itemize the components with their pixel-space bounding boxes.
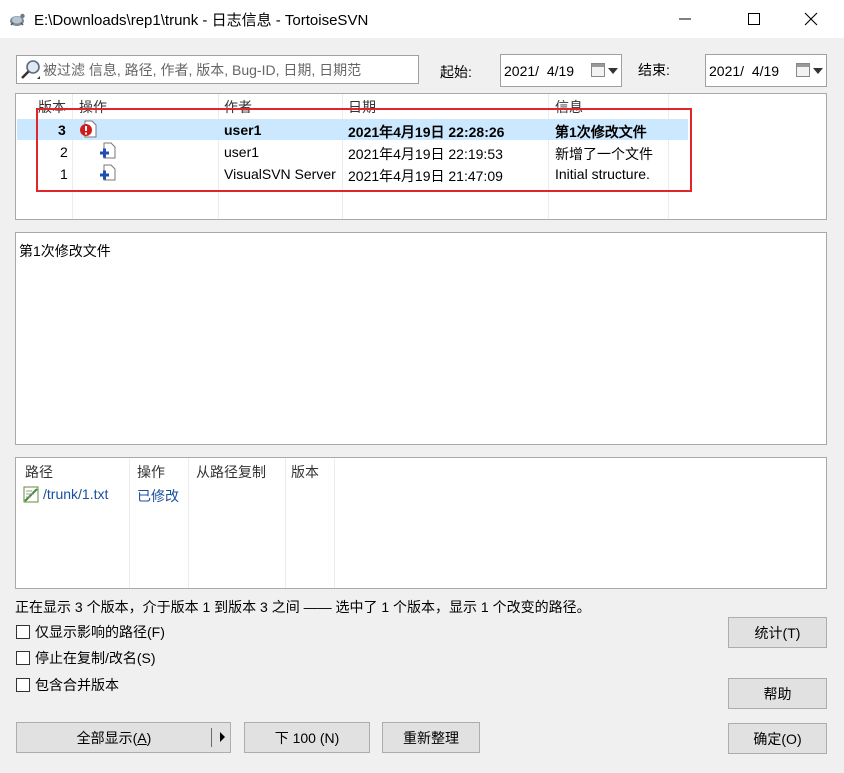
changed-paths-list[interactable]: 路径 操作 从路径复制 版本 /trunk/1.txt 已修改: [15, 457, 827, 589]
chevron-down-icon[interactable]: [813, 68, 823, 74]
tortoisesvn-app-icon: [10, 13, 25, 26]
show-all-label-end: ): [146, 729, 152, 746]
show-all-split-button[interactable]: 全部显示(A): [16, 722, 231, 753]
close-icon: [804, 12, 818, 26]
minimize-icon: [679, 18, 691, 20]
column-divider: [188, 458, 189, 588]
column-divider: [334, 458, 335, 588]
affected-paths-checkbox[interactable]: 仅显示影响的路径(F): [16, 622, 276, 642]
ok-button[interactable]: 确定(O): [728, 723, 827, 754]
dropdown-arrow-icon[interactable]: [220, 732, 225, 742]
checkbox-label: 包含合并版本: [35, 677, 119, 693]
column-header-path[interactable]: 路径: [25, 462, 53, 482]
help-button[interactable]: 帮助: [728, 678, 827, 709]
refresh-button[interactable]: 重新整理: [382, 722, 480, 753]
status-text: 正在显示 3 个版本，介于版本 1 到版本 3 之间 —— 选中了 1 个版本，…: [15, 599, 591, 615]
window-title: E:\Downloads\rep1\trunk - 日志信息 - Tortois…: [34, 12, 369, 29]
end-date-label: 结束:: [638, 62, 670, 78]
checkbox-box[interactable]: [16, 651, 30, 665]
accelerator-key: A: [137, 729, 147, 746]
checkbox-label: 停止在复制/改名(S): [35, 650, 156, 666]
checkbox-box[interactable]: [16, 625, 30, 639]
minimize-button[interactable]: [662, 0, 708, 38]
text-file-icon: [23, 486, 39, 503]
column-divider: [129, 458, 130, 588]
chevron-down-icon[interactable]: [608, 68, 618, 74]
show-all-label: 全部显示(: [76, 729, 138, 746]
stop-on-copy-checkbox[interactable]: 停止在复制/改名(S): [16, 648, 276, 668]
calendar-icon[interactable]: [591, 63, 605, 77]
column-divider: [285, 458, 286, 588]
close-button[interactable]: [788, 0, 834, 38]
search-box[interactable]: [16, 55, 419, 84]
maximize-button[interactable]: [731, 0, 777, 38]
end-date-value[interactable]: 2021/ 4/19: [709, 63, 779, 79]
start-date-label: 起始:: [440, 64, 472, 80]
checkbox-label: 仅显示影响的路径(F): [35, 624, 165, 640]
calendar-icon[interactable]: [796, 63, 810, 77]
show-all-button[interactable]: 全部显示(A): [17, 723, 211, 752]
column-header-copy-from[interactable]: 从路径复制: [196, 462, 266, 482]
column-header-revision[interactable]: 版本: [291, 462, 319, 482]
changed-action: 已修改: [137, 488, 179, 504]
log-message-pane[interactable]: 第1次修改文件: [15, 232, 827, 445]
start-date-picker[interactable]: 2021/ 4/19: [500, 54, 622, 87]
statistics-button[interactable]: 统计(T): [728, 617, 827, 648]
search-icon[interactable]: [20, 59, 42, 81]
start-date-value[interactable]: 2021/ 4/19: [504, 63, 574, 79]
highlight-frame: [36, 108, 692, 192]
search-input[interactable]: [43, 58, 413, 81]
split-divider: [211, 728, 212, 747]
changed-path: /trunk/1.txt: [43, 486, 109, 502]
column-header-action[interactable]: 操作: [137, 462, 165, 482]
maximize-icon: [748, 13, 760, 25]
end-date-picker[interactable]: 2021/ 4/19: [705, 54, 827, 87]
next-100-button[interactable]: 下 100 (N): [244, 722, 370, 753]
log-message-text: 第1次修改文件: [19, 243, 111, 259]
checkbox-box[interactable]: [16, 678, 30, 692]
include-merged-checkbox[interactable]: 包含合并版本: [16, 675, 276, 695]
